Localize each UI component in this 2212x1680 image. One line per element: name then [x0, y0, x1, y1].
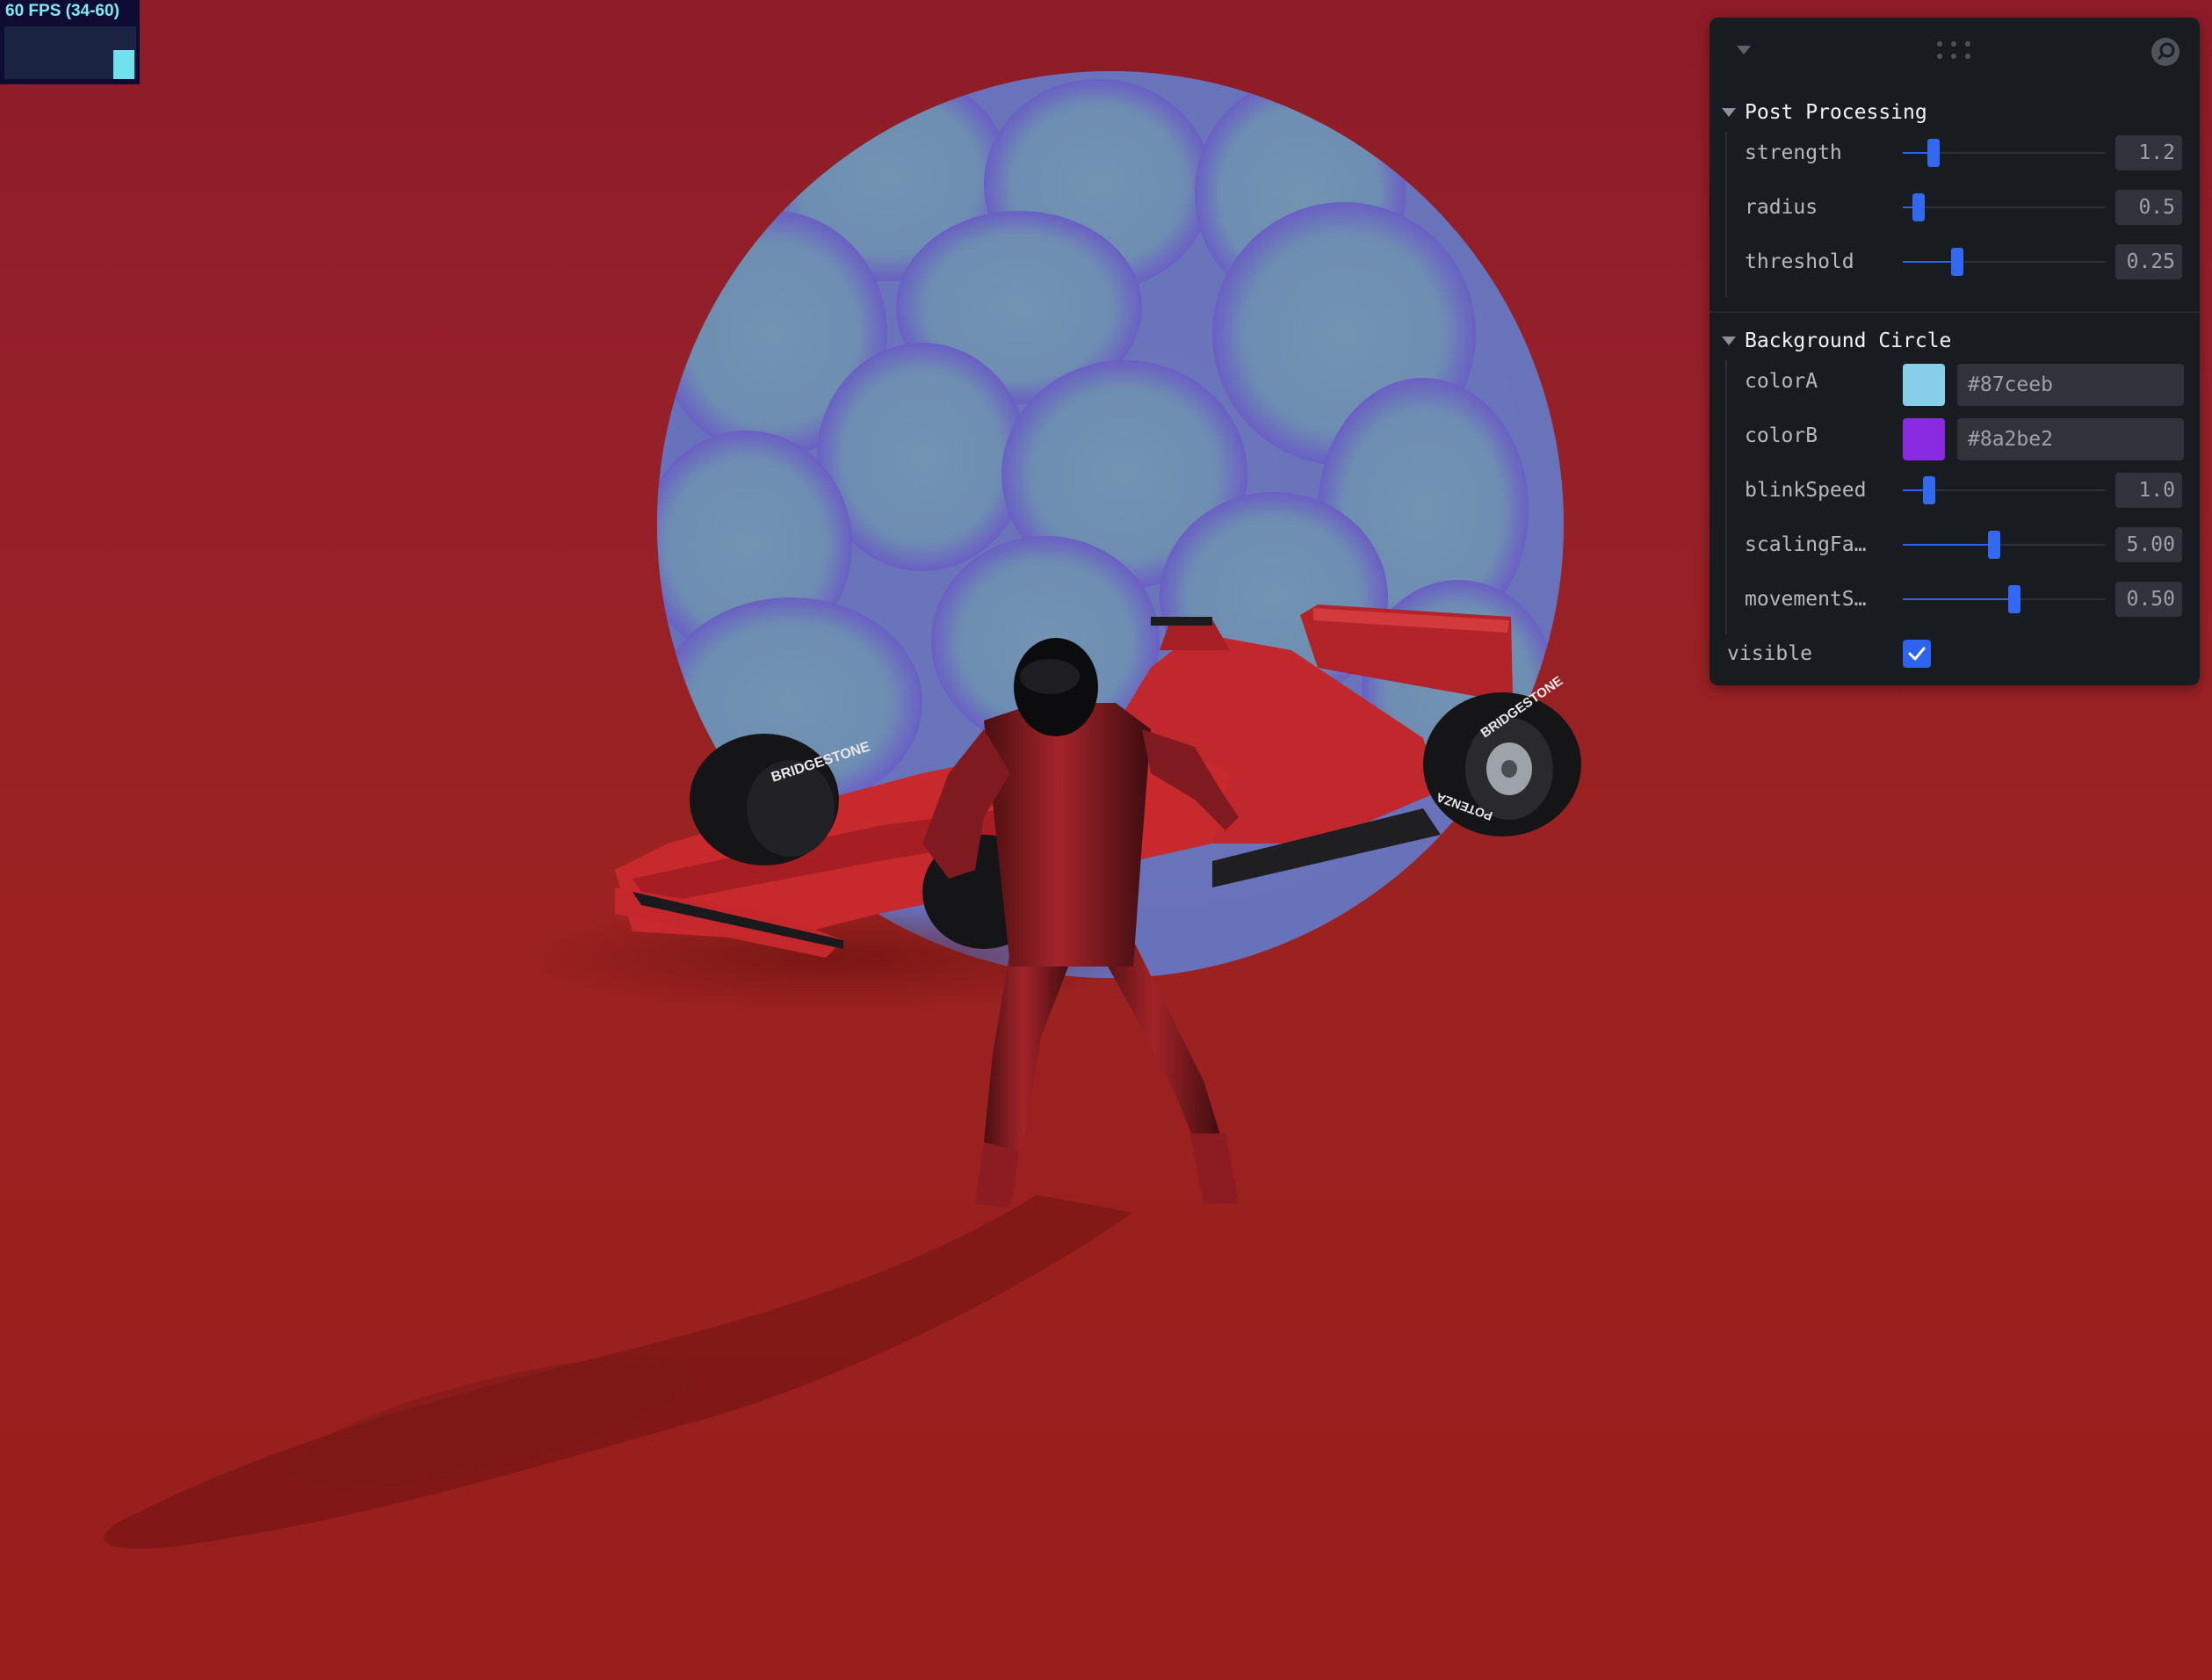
colorB-input[interactable]: #8a2be2 — [1957, 418, 2184, 460]
control-scalingFactor: scalingFa… 5.00 — [1710, 518, 2200, 572]
control-label: blinkSpeed — [1745, 479, 1867, 502]
control-movementSpeed: movementS… 0.50 — [1710, 572, 2200, 626]
movementSpeed-input[interactable]: 0.50 — [2115, 582, 2182, 617]
control-visible: visible — [1710, 626, 2200, 681]
control-label: visible — [1727, 642, 1812, 665]
radius-slider[interactable] — [1903, 193, 2105, 221]
visible-checkbox[interactable] — [1903, 640, 1931, 668]
threshold-slider[interactable] — [1903, 248, 2105, 276]
control-blinkSpeed: blinkSpeed 1.0 — [1710, 463, 2200, 518]
control-label: colorB — [1745, 424, 1818, 447]
folder-divider — [1710, 311, 2200, 313]
control-label: scalingFa… — [1745, 533, 1867, 556]
scalingFactor-slider[interactable] — [1903, 531, 2105, 559]
control-label: strength — [1745, 141, 1842, 164]
colorA-swatch[interactable] — [1903, 364, 1945, 406]
movementSpeed-slider[interactable] — [1903, 585, 2105, 613]
controls-panel: Post Processing strength 1.2 radius 0.5 … — [1710, 18, 2200, 685]
control-label: colorA — [1745, 370, 1818, 393]
fps-graph — [4, 26, 136, 79]
chevron-down-icon — [1722, 108, 1736, 117]
colorA-input[interactable]: #87ceeb — [1957, 364, 2184, 406]
slider-knob[interactable] — [1912, 193, 1926, 221]
threshold-input[interactable]: 0.25 — [2115, 244, 2182, 279]
fps-meter[interactable]: 60 FPS (34-60) — [0, 0, 140, 84]
slider-knob[interactable] — [1926, 139, 1940, 167]
control-radius: radius 0.5 — [1710, 180, 2200, 235]
control-label: movementS… — [1745, 588, 1867, 611]
chevron-down-icon[interactable] — [1736, 44, 1752, 56]
floor-shadows — [103, 905, 1151, 1549]
blinkSpeed-slider[interactable] — [1903, 476, 2105, 504]
folder-title-post-processing: Post Processing — [1745, 101, 1927, 124]
panel-titlebar[interactable] — [1710, 18, 2200, 84]
slider-knob[interactable] — [1922, 476, 1935, 504]
control-strength: strength 1.2 — [1710, 126, 2200, 180]
control-colorB: colorB #8a2be2 — [1710, 409, 2200, 463]
strength-input[interactable]: 1.2 — [2115, 135, 2182, 170]
fps-graph-bar — [113, 50, 134, 79]
control-label: radius — [1745, 196, 1818, 219]
chevron-down-icon — [1722, 337, 1736, 345]
slider-knob[interactable] — [2007, 585, 2020, 613]
drag-handle-icon[interactable] — [1936, 40, 1978, 60]
colorB-swatch[interactable] — [1903, 418, 1945, 460]
checkmark-icon — [1908, 647, 1926, 661]
slider-knob[interactable] — [1951, 248, 1964, 276]
strength-slider[interactable] — [1903, 139, 2105, 167]
folder-background-circle[interactable]: Background Circle — [1722, 323, 1951, 358]
scalingFactor-input[interactable]: 5.00 — [2115, 527, 2182, 562]
fps-label: 60 FPS (34-60) — [5, 2, 119, 20]
slider-knob[interactable] — [1987, 531, 2000, 559]
control-label: threshold — [1745, 250, 1854, 273]
search-icon[interactable] — [2151, 37, 2180, 67]
folder-title-background-circle: Background Circle — [1745, 329, 1952, 352]
control-colorA: colorA #87ceeb — [1710, 354, 2200, 409]
folder-post-processing[interactable]: Post Processing — [1722, 95, 1927, 130]
control-threshold: threshold 0.25 — [1710, 235, 2200, 289]
radius-input[interactable]: 0.5 — [2115, 190, 2182, 225]
blinkSpeed-input[interactable]: 1.0 — [2115, 473, 2182, 508]
